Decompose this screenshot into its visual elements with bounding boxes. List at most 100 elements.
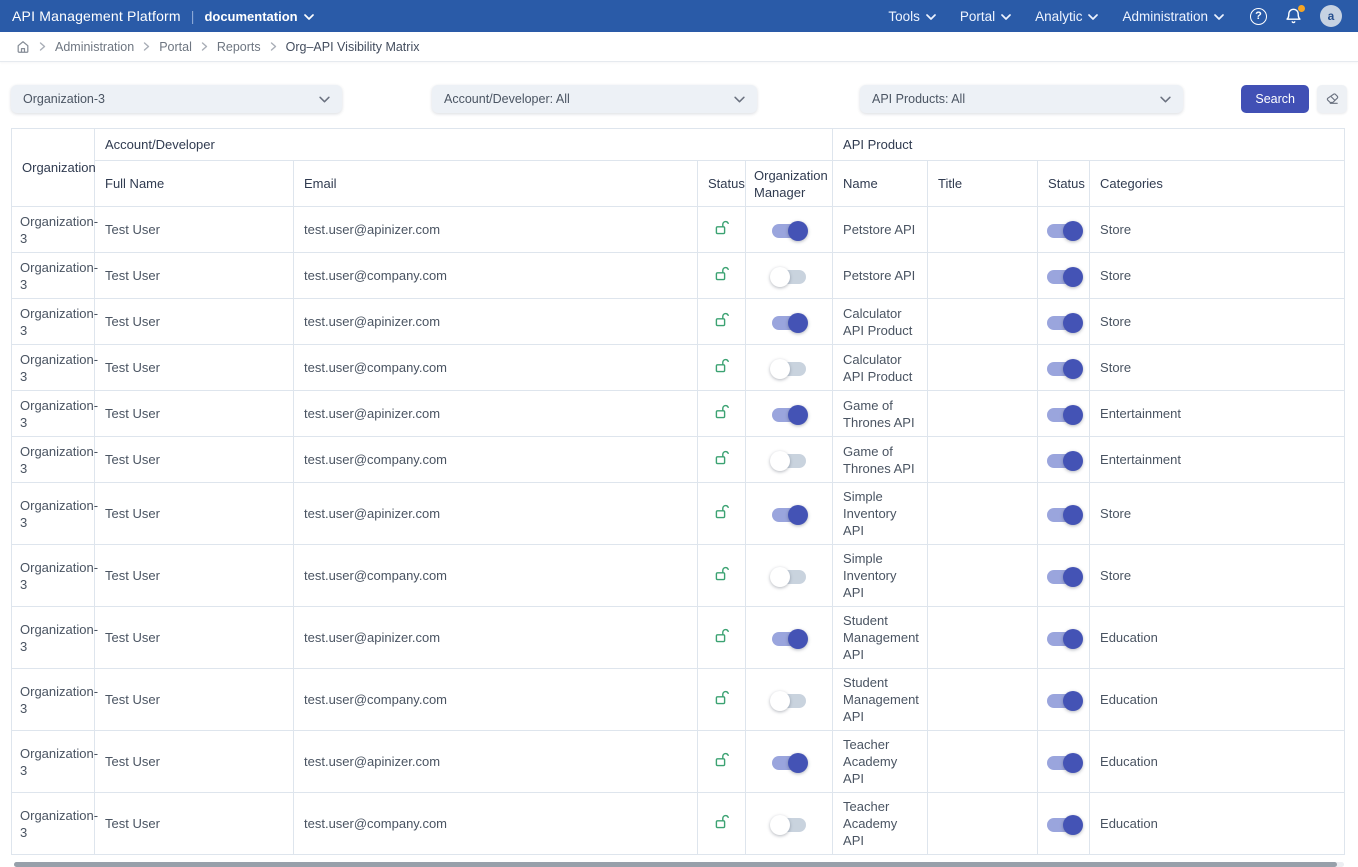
account-developer-select[interactable]: Account/Developer: All	[432, 85, 757, 113]
toggle-knob	[1063, 567, 1083, 587]
cell-account-status	[698, 253, 746, 299]
cell-categories: Education	[1090, 607, 1345, 669]
organization-manager-toggle[interactable]	[772, 316, 806, 330]
product-status-toggle[interactable]	[1047, 694, 1081, 708]
organization-manager-toggle[interactable]	[772, 508, 806, 522]
nav-analytic[interactable]: Analytic	[1035, 9, 1098, 24]
cell-organization: Organization-3	[12, 391, 95, 437]
notifications-button[interactable]	[1285, 8, 1302, 25]
api-products-select[interactable]: API Products: All	[860, 85, 1183, 113]
chevron-right-icon	[143, 42, 150, 51]
cell-product-title	[928, 207, 1038, 253]
cell-full-name: Test User	[95, 793, 294, 855]
nav-tools[interactable]: Tools	[888, 9, 936, 24]
cell-product-name: Teacher Academy API	[833, 731, 928, 793]
nav-label: Tools	[888, 9, 920, 24]
chevron-down-icon	[1214, 14, 1224, 20]
visibility-matrix-table-wrap: Organization Account/Developer API Produ…	[11, 128, 1347, 867]
cell-email: test.user@company.com	[294, 793, 698, 855]
app-title: API Management Platform	[12, 8, 181, 24]
product-status-toggle[interactable]	[1047, 408, 1081, 422]
cell-product-status	[1038, 731, 1090, 793]
visibility-matrix-table: Organization Account/Developer API Produ…	[11, 128, 1345, 855]
organization-manager-toggle[interactable]	[772, 694, 806, 708]
nav-portal[interactable]: Portal	[960, 9, 1011, 24]
cell-product-name: Teacher Academy API	[833, 793, 928, 855]
table-row: Organization-3Test Usertest.user@apinize…	[12, 207, 1345, 253]
nav-label: Administration	[1122, 9, 1208, 24]
search-button[interactable]: Search	[1241, 85, 1309, 113]
organization-manager-toggle[interactable]	[772, 224, 806, 238]
table-row: Organization-3Test Usertest.user@company…	[12, 345, 1345, 391]
product-status-toggle[interactable]	[1047, 454, 1081, 468]
product-status-toggle[interactable]	[1047, 818, 1081, 832]
breadcrumb-item[interactable]: Administration	[55, 40, 134, 54]
table-body: Organization-3 Test User test.user@apinize…	[12, 207, 1345, 855]
chevron-down-icon	[319, 96, 330, 103]
column-header-categories: Categories	[1090, 161, 1345, 207]
cell-organization: Organization-3	[12, 437, 95, 483]
product-status-toggle[interactable]	[1047, 632, 1081, 646]
product-status-toggle[interactable]	[1047, 508, 1081, 522]
organization-manager-toggle[interactable]	[772, 408, 806, 422]
toggle-knob	[770, 267, 790, 287]
cell-categories: Store	[1090, 253, 1345, 299]
toggle-knob	[770, 451, 790, 471]
organization-manager-toggle[interactable]	[772, 756, 806, 770]
table-row: Organization-3Test Usertest.user@apinize…	[12, 483, 1345, 545]
avatar[interactable]: a	[1320, 5, 1342, 27]
topbar-right: Tools Portal Analytic Administration ? a	[888, 5, 1342, 27]
toggle-knob	[1063, 691, 1083, 711]
cell-product-title	[928, 299, 1038, 345]
cell-product-title	[928, 793, 1038, 855]
cell-product-status	[1038, 253, 1090, 299]
unlocked-icon	[714, 566, 729, 582]
cell-organization: Organization-3	[12, 607, 95, 669]
product-status-toggle[interactable]	[1047, 316, 1081, 330]
cell-organization: Organization-3	[12, 207, 95, 253]
help-button[interactable]: ?	[1250, 8, 1267, 25]
cell-organization-manager	[746, 253, 833, 299]
organization-select[interactable]: Organization-3	[11, 85, 342, 113]
chevron-down-icon	[304, 14, 314, 20]
nav-administration[interactable]: Administration	[1122, 9, 1224, 24]
cell-product-title	[928, 669, 1038, 731]
table-row: Organization-3Test Usertest.user@company…	[12, 253, 1345, 299]
toggle-knob	[770, 359, 790, 379]
notification-dot	[1298, 5, 1305, 12]
cell-organization-manager	[746, 731, 833, 793]
breadcrumb-item[interactable]: Reports	[217, 40, 261, 54]
toggle-knob	[1063, 405, 1083, 425]
cell-categories: Education	[1090, 669, 1345, 731]
cell-account-status	[698, 299, 746, 345]
product-status-toggle[interactable]	[1047, 570, 1081, 584]
cell-email: test.user@apinizer.com	[294, 607, 698, 669]
breadcrumb-item[interactable]: Portal	[159, 40, 192, 54]
chevron-right-icon	[201, 42, 208, 51]
toggle-knob	[788, 313, 808, 333]
environment-dropdown[interactable]: documentation	[204, 9, 313, 24]
cell-categories: Store	[1090, 299, 1345, 345]
product-status-toggle[interactable]	[1047, 270, 1081, 284]
product-status-toggle[interactable]	[1047, 756, 1081, 770]
unlocked-icon	[714, 404, 729, 420]
clear-filters-button[interactable]	[1317, 85, 1347, 113]
cell-account-status	[698, 793, 746, 855]
cell-account-status	[698, 345, 746, 391]
product-status-toggle[interactable]	[1047, 224, 1081, 238]
table-row: Organization-3Test Usertest.user@apinize…	[12, 299, 1345, 345]
organization-manager-toggle[interactable]	[772, 454, 806, 468]
cell-product-name: Petstore API	[833, 207, 928, 253]
product-status-toggle[interactable]	[1047, 362, 1081, 376]
organization-manager-toggle[interactable]	[772, 570, 806, 584]
organization-manager-toggle[interactable]	[772, 632, 806, 646]
cell-organization-manager	[746, 391, 833, 437]
organization-manager-toggle[interactable]	[772, 270, 806, 284]
organization-manager-toggle[interactable]	[772, 362, 806, 376]
breadcrumb-item[interactable]: Org–API Visibility Matrix	[286, 40, 420, 54]
organization-manager-toggle[interactable]	[772, 818, 806, 832]
cell-product-title	[928, 437, 1038, 483]
cell-product-status	[1038, 483, 1090, 545]
home-button[interactable]	[16, 40, 30, 54]
toggle-knob	[1063, 359, 1083, 379]
